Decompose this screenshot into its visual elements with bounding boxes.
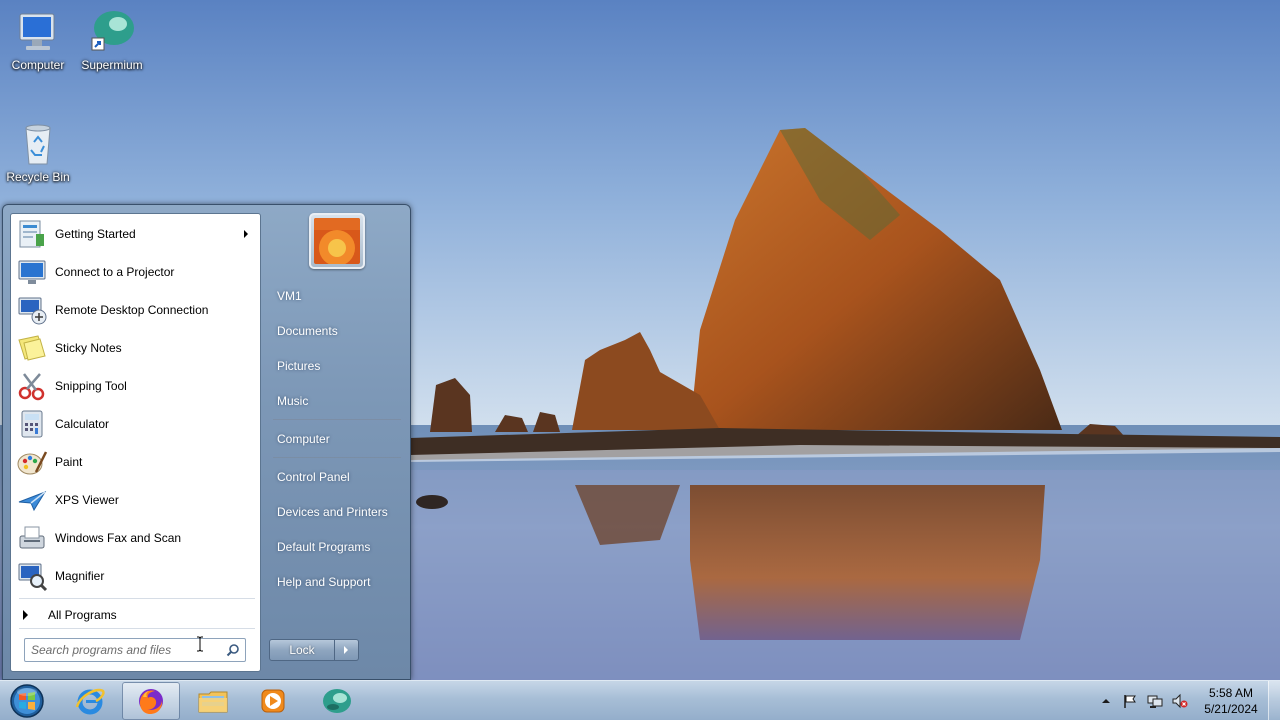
network-icon[interactable]	[1147, 693, 1163, 709]
show-hidden-icons-icon[interactable]	[1098, 693, 1114, 709]
lock-button[interactable]: Lock	[269, 639, 335, 661]
start-search-box[interactable]	[24, 638, 246, 662]
search-input[interactable]	[25, 639, 215, 661]
right-item-help-and-support[interactable]: Help and Support	[268, 568, 404, 596]
desktop-icon-label: Computer	[11, 58, 65, 72]
text-cursor-icon	[197, 636, 203, 652]
search-separator	[19, 628, 255, 629]
right-item-default-programs[interactable]: Default Programs	[268, 533, 404, 561]
right-item-label: Music	[277, 394, 309, 408]
submenu-arrow-icon	[244, 230, 248, 238]
file-explorer-icon	[198, 691, 228, 713]
program-remote-desktop[interactable]: Remote Desktop Connection	[13, 292, 258, 328]
right-item-computer[interactable]: Computer	[268, 425, 404, 453]
internet-explorer-icon	[75, 688, 105, 715]
xps-viewer-icon	[18, 491, 47, 512]
computer-icon	[19, 13, 55, 50]
search-icon[interactable]	[226, 643, 240, 657]
program-calculator[interactable]: Calculator	[13, 406, 258, 442]
right-item-documents[interactable]: Documents	[268, 317, 404, 345]
volume-muted-icon[interactable]	[1172, 693, 1188, 709]
show-desktop-button[interactable]	[1268, 681, 1280, 720]
right-item-music[interactable]: Music	[268, 387, 404, 415]
program-label: XPS Viewer	[55, 493, 119, 507]
program-paint[interactable]: Paint	[13, 444, 258, 480]
start-menu: Getting Started Connect to a Projector R…	[2, 204, 411, 680]
getting-started-icon	[19, 220, 44, 248]
desktop-icon-computer[interactable]: Computer	[0, 8, 76, 72]
right-item-label: Pictures	[277, 359, 321, 373]
firefox-icon	[139, 689, 163, 714]
program-label: Paint	[55, 455, 83, 469]
start-button[interactable]	[4, 681, 50, 720]
shutdown-options-arrow-button[interactable]	[335, 639, 359, 661]
right-item-label: Control Panel	[277, 470, 350, 484]
right-item-pictures[interactable]: Pictures	[268, 352, 404, 380]
right-item-label: Documents	[277, 324, 338, 338]
programs-separator	[19, 598, 255, 599]
program-snipping-tool[interactable]: Snipping Tool	[13, 368, 258, 404]
clock-time: 5:58 AM	[1208, 686, 1254, 700]
right-item-label: Help and Support	[277, 575, 371, 589]
right-item-label: Computer	[277, 432, 330, 446]
flower-user-picture	[314, 218, 360, 266]
program-label: Windows Fax and Scan	[55, 531, 182, 545]
right-column-separator	[273, 419, 401, 420]
right-item-label: Devices and Printers	[277, 505, 388, 519]
taskbar-file-explorer[interactable]	[184, 682, 242, 720]
all-programs-arrow-icon	[23, 610, 28, 620]
snipping-tool-icon	[18, 373, 45, 401]
fax-scan-icon	[19, 526, 45, 549]
desktop-icon-recycle-bin[interactable]: Recycle Bin	[0, 120, 76, 184]
right-column-separator	[273, 457, 401, 458]
program-label: Calculator	[55, 417, 110, 431]
right-item-control-panel[interactable]: Control Panel	[268, 463, 404, 491]
program-magnifier[interactable]: Magnifier	[13, 558, 258, 594]
taskbar-supermium[interactable]	[308, 682, 366, 720]
taskbar-firefox[interactable]	[122, 682, 180, 720]
right-item-label: Default Programs	[277, 540, 371, 554]
all-programs-button[interactable]: All Programs	[17, 604, 257, 626]
program-label: Getting Started	[55, 227, 136, 241]
supermium-icon	[91, 11, 134, 51]
all-programs-label: All Programs	[48, 608, 117, 622]
program-label: Snipping Tool	[55, 379, 127, 393]
paint-icon	[17, 451, 48, 475]
start-menu-programs-pane: Getting Started Connect to a Projector R…	[10, 213, 261, 672]
desktop-icon-supermium[interactable]: Supermium	[74, 8, 150, 72]
desktop-icon-label: Supermium	[81, 58, 143, 72]
clock-date: 5/21/2024	[1204, 702, 1258, 716]
recycle-bin-icon	[25, 124, 51, 165]
program-label: Connect to a Projector	[55, 265, 175, 279]
remote-desktop-icon	[18, 297, 47, 325]
program-label: Magnifier	[55, 569, 105, 583]
program-windows-fax-and-scan[interactable]: Windows Fax and Scan	[13, 520, 258, 556]
program-connect-to-projector[interactable]: Connect to a Projector	[13, 254, 258, 290]
taskbar-internet-explorer[interactable]	[61, 682, 119, 720]
user-account-picture[interactable]	[309, 213, 365, 269]
right-item-devices-and-printers[interactable]: Devices and Printers	[268, 498, 404, 526]
program-xps-viewer[interactable]: XPS Viewer	[13, 482, 258, 518]
program-getting-started[interactable]: Getting Started	[13, 216, 258, 252]
calculator-icon	[21, 410, 43, 438]
right-item-label: VM1	[277, 289, 302, 303]
sticky-notes-icon	[18, 335, 46, 361]
right-item-user[interactable]: VM1	[268, 282, 404, 310]
action-center-flag-icon[interactable]	[1122, 693, 1138, 709]
magnifier-icon	[18, 563, 48, 592]
program-label: Sticky Notes	[55, 341, 122, 355]
taskbar: 5:58 AM 5/21/2024	[0, 680, 1280, 720]
projector-icon	[18, 260, 46, 284]
system-clock[interactable]: 5:58 AM 5/21/2024	[1196, 685, 1266, 717]
media-player-icon	[261, 689, 285, 713]
taskbar-media-player[interactable]	[244, 682, 302, 720]
desktop-icon-label: Recycle Bin	[6, 170, 70, 184]
program-sticky-notes[interactable]: Sticky Notes	[13, 330, 258, 366]
program-label: Remote Desktop Connection	[55, 303, 209, 317]
supermium-icon	[323, 689, 351, 713]
